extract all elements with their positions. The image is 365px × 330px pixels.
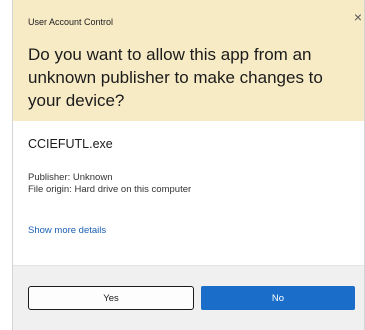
dialog-title: User Account Control xyxy=(28,17,114,27)
show-more-details-link[interactable]: Show more details xyxy=(28,225,106,236)
publisher-info: Publisher: Unknown xyxy=(28,172,113,183)
dialog-footer: Yes No xyxy=(13,265,364,330)
prompt-question: Do you want to allow this app from an un… xyxy=(28,45,323,110)
file-origin-info: File origin: Hard drive on this computer xyxy=(28,184,192,195)
dialog-header: User Account Control × Do you want to al… xyxy=(13,0,364,121)
no-button[interactable]: No xyxy=(201,286,355,310)
app-name: CCIEFUTL.exe xyxy=(28,137,113,151)
uac-dialog: User Account Control × Do you want to al… xyxy=(12,0,365,330)
close-icon[interactable]: × xyxy=(350,8,365,26)
yes-button[interactable]: Yes xyxy=(28,286,194,310)
